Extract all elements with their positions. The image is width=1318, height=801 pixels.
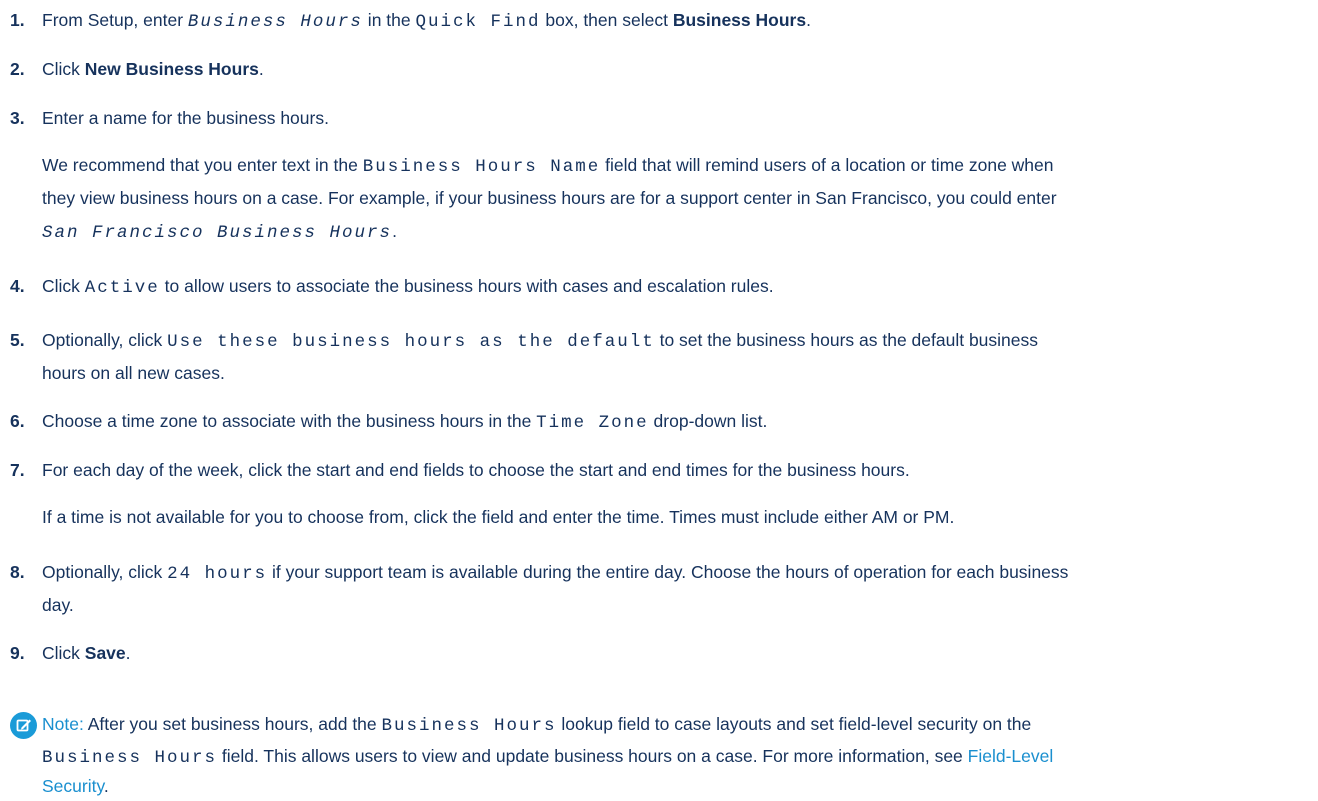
code-business-hours-field: Business Hours bbox=[42, 748, 218, 768]
step-number: 4. bbox=[10, 276, 25, 296]
code-time-zone: Time Zone bbox=[536, 413, 649, 433]
document: 1. From Setup, enter Business Hours in t… bbox=[0, 0, 1318, 796]
step-text: Click New Business Hours. bbox=[42, 59, 264, 79]
field-level-security-link[interactable]: Field-Level bbox=[968, 746, 1054, 766]
step-text: For each day of the week, click the star… bbox=[42, 460, 910, 480]
step-number: 3. bbox=[10, 108, 25, 128]
bold-business-hours: Business Hours bbox=[672, 10, 807, 30]
step-5-line-2: hours on all new cases. bbox=[42, 363, 225, 383]
step-text: Enter a name for the business hours. bbox=[42, 108, 329, 128]
bold-new-business-hours: New Business Hours bbox=[84, 59, 259, 79]
step-number: 8. bbox=[10, 562, 25, 582]
security-link[interactable]: Security bbox=[42, 776, 104, 796]
step-3-detail-line-1: We recommend that you enter text in the … bbox=[42, 155, 1054, 177]
bold-save: Save bbox=[84, 643, 126, 663]
step-text: Click Save. bbox=[42, 643, 131, 663]
code-use-default: Use these business hours as the default bbox=[167, 332, 655, 352]
note-label: Note: bbox=[42, 714, 84, 734]
step-7-detail: If a time is not available for you to ch… bbox=[42, 507, 955, 527]
step-number: 9. bbox=[10, 643, 25, 663]
code-quick-find: Quick Find bbox=[415, 12, 541, 32]
code-24-hours: 24 hours bbox=[167, 564, 268, 584]
step-number: 2. bbox=[10, 59, 25, 79]
step-text: Optionally, click Use these business hou… bbox=[42, 330, 1039, 352]
note-line-3: Security. bbox=[42, 776, 109, 796]
code-business-hours: Business Hours bbox=[187, 12, 363, 32]
note-line-2: Business Hours field. This allows users … bbox=[42, 746, 1054, 768]
edit-note-icon bbox=[10, 712, 37, 739]
step-number: 7. bbox=[10, 460, 25, 480]
step-text: Click Active to allow users to associate… bbox=[42, 276, 774, 298]
step-number: 6. bbox=[10, 411, 25, 431]
step-number: 1. bbox=[10, 10, 25, 30]
step-3-detail-line-3: San Francisco Business Hours. bbox=[42, 221, 397, 243]
step-3-detail-line-2: they view business hours on a case. For … bbox=[42, 188, 1057, 208]
code-san-francisco-business-hours: San Francisco Business Hours bbox=[42, 223, 393, 243]
step-number: 5. bbox=[10, 330, 25, 350]
code-business-hours-name: Business Hours Name bbox=[362, 157, 601, 177]
code-active: Active bbox=[84, 278, 160, 298]
step-text: Optionally, click 24 hours if your suppo… bbox=[42, 562, 1069, 584]
step-8-line-2: day. bbox=[42, 595, 74, 615]
step-text: Choose a time zone to associate with the… bbox=[42, 411, 768, 433]
note-line-1: Note: After you set business hours, add … bbox=[42, 714, 1032, 736]
code-business-hours-lookup: Business Hours bbox=[381, 716, 557, 736]
step-text: From Setup, enter Business Hours in the … bbox=[42, 10, 811, 32]
